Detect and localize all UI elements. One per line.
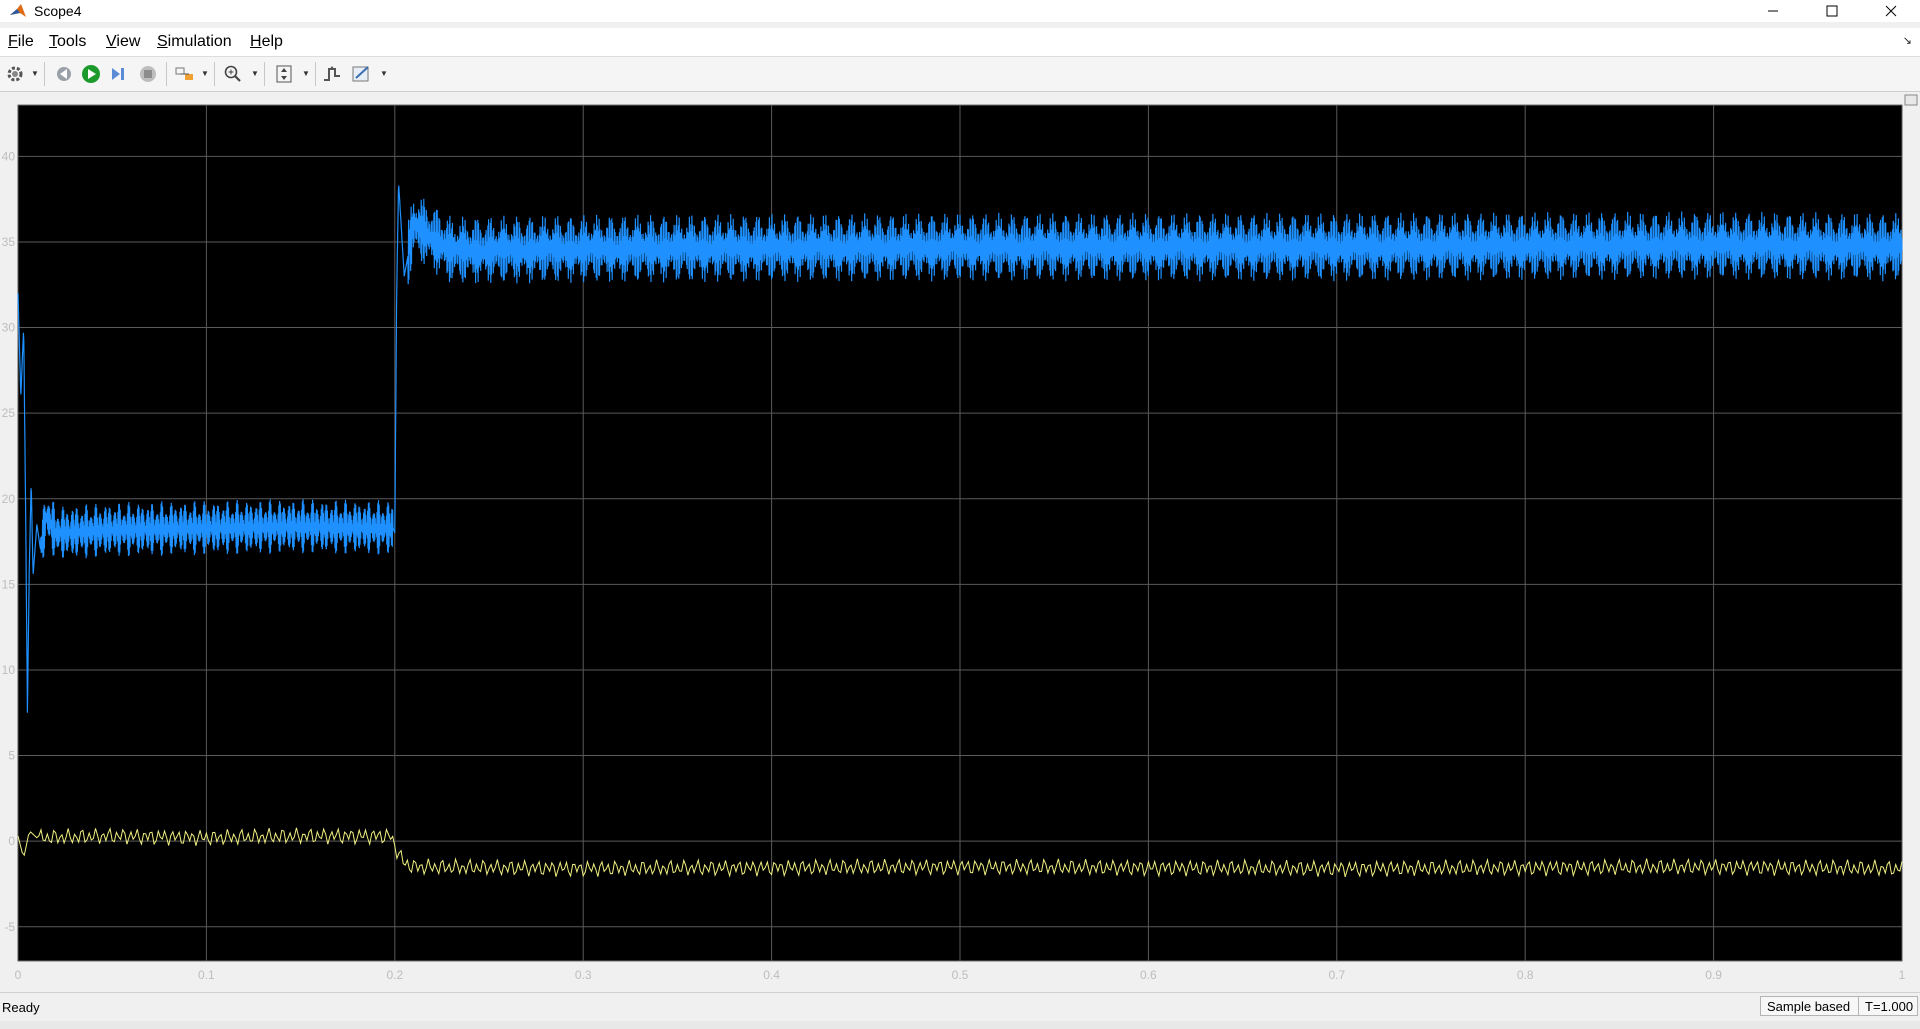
zoom-dropdown-icon[interactable]: ▼: [251, 69, 259, 78]
y-tick-label: 20: [2, 492, 16, 506]
settings-dropdown-icon[interactable]: ▼: [31, 69, 39, 78]
step-back-icon: [57, 67, 71, 81]
status-ready: Ready: [2, 1000, 40, 1015]
y-tick-label: 35: [2, 235, 16, 249]
menu-view-rest: iew: [116, 33, 141, 50]
sample-mode-indicator: Sample based: [1760, 996, 1860, 1016]
zoom-in-icon: [224, 65, 241, 82]
y-tick-label: 30: [2, 321, 16, 335]
menu-file-rest: ile: [17, 33, 34, 50]
settings-button[interactable]: [5, 63, 25, 85]
x-tick-label: 0.9: [1705, 968, 1722, 982]
fit-to-view-icon: [276, 65, 292, 83]
style-dropdown-icon[interactable]: ▼: [380, 69, 388, 78]
y-tick-label: 40: [2, 149, 16, 163]
menu-view[interactable]: View: [106, 32, 140, 52]
menu-bar: File Tools View Simulation Help ↘: [0, 28, 1920, 57]
y-tick-label: -5: [4, 920, 15, 934]
toolbar-separator: [315, 62, 316, 86]
menu-help-rest: elp: [261, 33, 283, 50]
fit-to-view-button[interactable]: [274, 63, 294, 85]
y-tick-label: 0: [8, 834, 15, 848]
menu-simulation-rest: imulation: [167, 33, 232, 50]
stop-icon: [140, 66, 156, 82]
x-tick-label: 0.7: [1328, 968, 1345, 982]
run-icon: [82, 65, 100, 83]
matlab-icon: [10, 4, 26, 17]
toolbar-separator: [44, 62, 45, 86]
maximize-button[interactable]: [1803, 0, 1861, 22]
menu-help[interactable]: Help: [250, 32, 283, 52]
minimize-button[interactable]: [1744, 0, 1802, 22]
menu-tools[interactable]: Tools: [49, 32, 86, 52]
x-tick-label: 0.8: [1517, 968, 1534, 982]
x-tick-label: 0.3: [575, 968, 592, 982]
highlight-signal-button[interactable]: [174, 63, 196, 85]
close-button[interactable]: [1862, 0, 1920, 22]
run-button[interactable]: [80, 63, 102, 85]
x-tick-label: 0.5: [952, 968, 969, 982]
x-tick-label: 0.1: [198, 968, 215, 982]
menu-help-mnemonic: H: [250, 33, 262, 50]
minimize-icon: [1768, 10, 1778, 12]
close-icon: [1885, 5, 1897, 17]
maximize-icon: [1826, 5, 1838, 17]
step-back-button[interactable]: [54, 63, 74, 85]
toolbar-separator: [214, 62, 215, 86]
fit-dropdown-icon[interactable]: ▼: [302, 69, 310, 78]
step-forward-icon: [112, 68, 124, 80]
style-icon: [352, 66, 369, 82]
menu-simulation[interactable]: Simulation: [157, 32, 232, 52]
y-tick-label: 5: [8, 749, 15, 763]
highlight-signal-icon: [175, 67, 193, 80]
highlight-dropdown-icon[interactable]: ▼: [201, 69, 209, 78]
window-title: Scope4: [34, 3, 82, 19]
triggers-button[interactable]: [322, 63, 342, 85]
window-titlebar: Scope4: [0, 0, 1920, 22]
menu-view-mnemonic: V: [106, 33, 117, 50]
zoom-button[interactable]: [223, 63, 243, 85]
menu-file[interactable]: File: [8, 32, 34, 52]
scope-display[interactable]: 0 0.1 0.2 0.3 0.4 0.5 0.6 0.7 0.8 0.9 1 -5 0 5 10 15 20 2…: [0, 93, 1920, 987]
y-tick-label: 25: [2, 406, 16, 420]
x-tick-label: 0.2: [386, 968, 403, 982]
y-tick-label: 10: [2, 663, 16, 677]
settings-gear-icon: [7, 66, 23, 82]
expand-axes-icon: [1904, 94, 1918, 106]
menu-tools-mnemonic: T: [49, 33, 57, 50]
style-button[interactable]: [351, 63, 373, 85]
y-tick-label: 15: [2, 577, 16, 591]
triggers-icon: [324, 66, 340, 81]
toolbar-separator: [264, 62, 265, 86]
toolbar: ▼ ▼ ▼ ▼ ▼: [0, 57, 1920, 92]
x-tick-label: 0.4: [763, 968, 780, 982]
menu-tools-rest: ools: [57, 33, 87, 50]
menu-simulation-mnemonic: S: [157, 33, 168, 50]
scope-plot[interactable]: 0 0.1 0.2 0.3 0.4 0.5 0.6 0.7 0.8 0.9 1 -5 0 5 10 15 20 2…: [0, 93, 1920, 987]
stop-button[interactable]: [138, 63, 158, 85]
menu-file-mnemonic: F: [8, 33, 18, 50]
bottom-strip: [0, 1021, 1920, 1029]
step-forward-button[interactable]: [109, 63, 129, 85]
undock-icon[interactable]: ↘: [1903, 34, 1912, 47]
x-tick-label: 0.6: [1140, 968, 1157, 982]
x-tick-label: 1: [1899, 968, 1906, 982]
x-tick-label: 0: [15, 968, 22, 982]
toolbar-separator: [166, 62, 167, 86]
simulation-time: T=1.000: [1858, 996, 1918, 1016]
status-bar: Ready Sample based T=1.000: [0, 992, 1920, 1021]
